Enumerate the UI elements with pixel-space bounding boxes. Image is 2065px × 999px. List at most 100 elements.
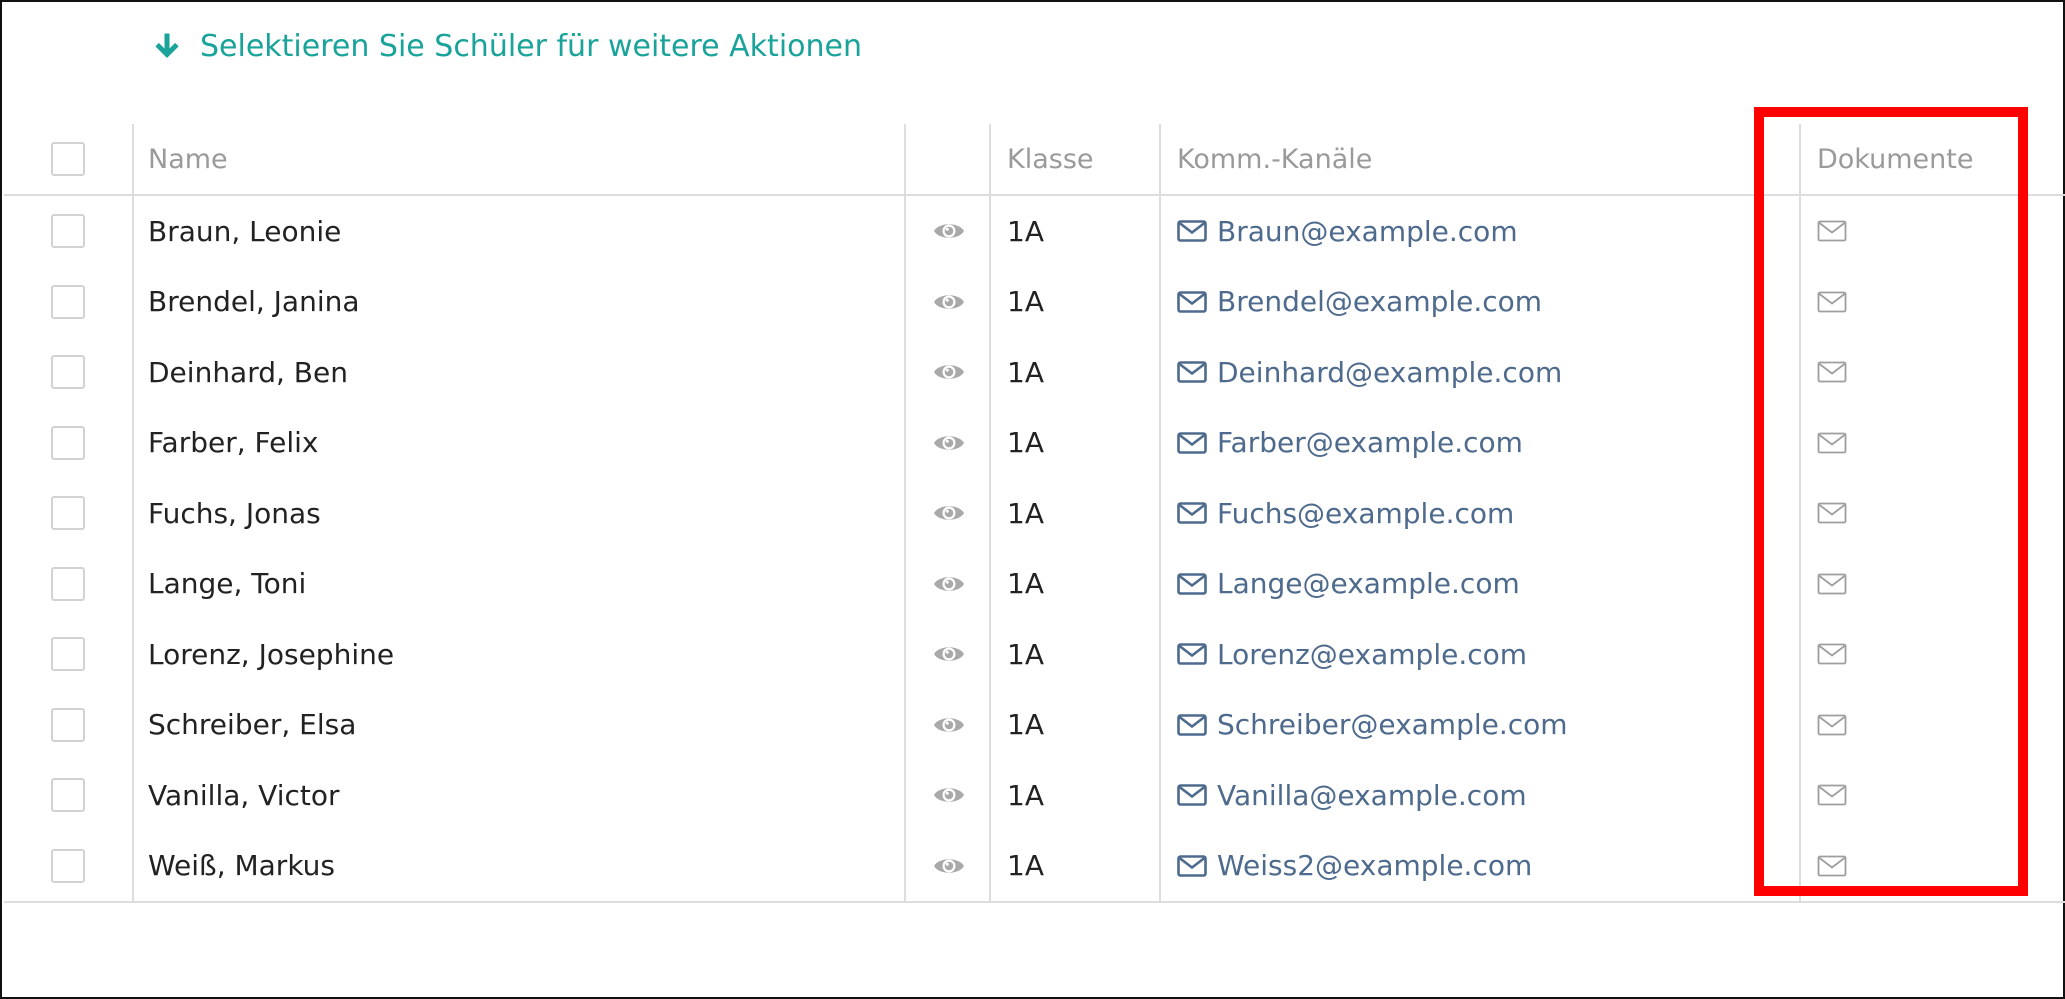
column-header-komm: Komm.-Kanäle <box>1177 143 1373 175</box>
email-link[interactable]: Deinhard@example.com <box>1177 356 1562 389</box>
eye-icon[interactable] <box>933 855 965 877</box>
email-address: Schreiber@example.com <box>1217 708 1568 742</box>
row-select-cell <box>4 690 132 761</box>
komm-cell: Lorenz@example.com <box>1161 619 1801 690</box>
student-name: Brendel, Janina <box>148 285 360 319</box>
email-link[interactable]: Weiss2@example.com <box>1177 849 1532 882</box>
klasse-cell: 1A <box>991 267 1161 338</box>
envelope-icon <box>1177 220 1207 243</box>
student-name-cell: Lange, Toni <box>134 549 906 620</box>
klasse-value: 1A <box>1007 214 1044 248</box>
row-select-cell <box>4 831 132 902</box>
eye-icon[interactable] <box>933 573 965 595</box>
email-link[interactable]: Vanilla@example.com <box>1177 779 1527 812</box>
row-checkbox[interactable] <box>51 284 85 319</box>
email-address: Deinhard@example.com <box>1217 355 1563 389</box>
envelope-icon <box>1177 643 1207 666</box>
klasse-value: 1A <box>1007 496 1044 530</box>
row-checkbox[interactable] <box>51 214 85 249</box>
email-link[interactable]: Lange@example.com <box>1177 567 1520 600</box>
student-name-cell: Fuchs, Jonas <box>134 478 906 549</box>
envelope-icon <box>1177 572 1207 595</box>
view-cell <box>906 760 991 831</box>
row-checkbox[interactable] <box>51 637 85 672</box>
email-link[interactable]: Farber@example.com <box>1177 426 1523 459</box>
student-name: Braun, Leonie <box>148 214 342 248</box>
column-divider <box>904 124 906 903</box>
row-checkbox[interactable] <box>51 848 85 883</box>
header-klasse-cell[interactable]: Klasse <box>991 124 1161 194</box>
page-frame: Selektieren Sie Schüler für weitere Akti… <box>0 0 2065 999</box>
klasse-cell: 1A <box>991 478 1161 549</box>
row-select-cell <box>4 478 132 549</box>
student-name-cell: Weiß, Markus <box>134 831 906 902</box>
row-checkbox[interactable] <box>51 496 85 531</box>
email-address: Braun@example.com <box>1217 214 1518 248</box>
student-name-cell: Braun, Leonie <box>134 196 906 267</box>
envelope-icon <box>1177 713 1207 736</box>
eye-icon[interactable] <box>933 361 965 383</box>
eye-icon[interactable] <box>933 714 965 736</box>
column-header-klasse: Klasse <box>1007 143 1094 175</box>
eye-icon[interactable] <box>933 432 965 454</box>
klasse-value: 1A <box>1007 778 1044 812</box>
eye-icon[interactable] <box>933 784 965 806</box>
select-all-checkbox[interactable] <box>51 142 85 176</box>
row-select-cell <box>4 196 132 267</box>
komm-cell: Brendel@example.com <box>1161 267 1801 338</box>
row-select-cell <box>4 337 132 408</box>
view-cell <box>906 831 991 902</box>
view-cell <box>906 408 991 479</box>
klasse-value: 1A <box>1007 708 1044 742</box>
header-komm-cell[interactable]: Komm.-Kanäle <box>1161 124 1801 194</box>
klasse-value: 1A <box>1007 426 1044 460</box>
email-link[interactable]: Braun@example.com <box>1177 215 1518 248</box>
klasse-value: 1A <box>1007 285 1044 319</box>
student-name: Weiß, Markus <box>148 849 336 883</box>
view-cell <box>906 267 991 338</box>
klasse-cell: 1A <box>991 760 1161 831</box>
klasse-cell: 1A <box>991 619 1161 690</box>
email-link[interactable]: Brendel@example.com <box>1177 285 1542 318</box>
eye-icon[interactable] <box>933 291 965 313</box>
header-select-cell <box>4 124 132 194</box>
row-select-cell <box>4 408 132 479</box>
email-link[interactable]: Schreiber@example.com <box>1177 708 1568 741</box>
klasse-value: 1A <box>1007 567 1044 601</box>
email-address: Weiss2@example.com <box>1217 849 1533 883</box>
student-name: Lorenz, Josephine <box>148 637 395 671</box>
view-cell <box>906 337 991 408</box>
row-checkbox[interactable] <box>51 566 85 601</box>
row-checkbox[interactable] <box>51 355 85 390</box>
envelope-icon <box>1177 854 1207 877</box>
klasse-cell: 1A <box>991 690 1161 761</box>
column-divider <box>132 124 134 903</box>
email-address: Fuchs@example.com <box>1217 496 1515 530</box>
student-name: Vanilla, Victor <box>148 778 340 812</box>
row-select-cell <box>4 549 132 620</box>
view-cell <box>906 196 991 267</box>
row-checkbox[interactable] <box>51 778 85 813</box>
student-name: Farber, Felix <box>148 426 319 460</box>
envelope-icon <box>1177 502 1207 525</box>
klasse-cell: 1A <box>991 549 1161 620</box>
action-hint-label: Selektieren Sie Schüler für weitere Akti… <box>200 28 862 64</box>
eye-icon[interactable] <box>933 643 965 665</box>
row-checkbox[interactable] <box>51 425 85 460</box>
student-name: Fuchs, Jonas <box>148 496 321 530</box>
email-link[interactable]: Lorenz@example.com <box>1177 638 1527 671</box>
row-checkbox[interactable] <box>51 707 85 742</box>
student-name-cell: Farber, Felix <box>134 408 906 479</box>
row-select-cell <box>4 267 132 338</box>
eye-icon[interactable] <box>933 220 965 242</box>
komm-cell: Vanilla@example.com <box>1161 760 1801 831</box>
select-students-hint[interactable]: Selektieren Sie Schüler für weitere Akti… <box>152 24 862 68</box>
eye-icon[interactable] <box>933 502 965 524</box>
header-name-cell[interactable]: Name <box>134 124 906 194</box>
envelope-icon <box>1177 290 1207 313</box>
email-address: Lange@example.com <box>1217 567 1520 601</box>
email-link[interactable]: Fuchs@example.com <box>1177 497 1514 530</box>
view-cell <box>906 619 991 690</box>
klasse-value: 1A <box>1007 849 1044 883</box>
komm-cell: Deinhard@example.com <box>1161 337 1801 408</box>
